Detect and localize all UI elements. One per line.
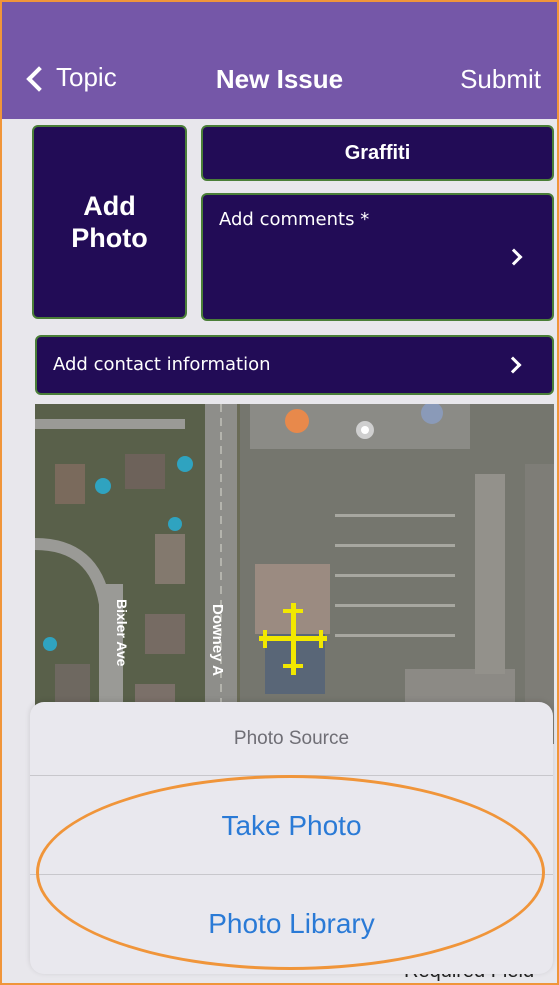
chevron-right-icon <box>504 356 522 374</box>
sheet-divider <box>30 874 553 875</box>
street-label-downey: Downey A <box>209 604 226 676</box>
photo-source-action-sheet: Photo Source Take Photo Photo Library <box>30 702 553 974</box>
photo-library-button[interactable]: Photo Library <box>30 908 553 940</box>
chevron-right-icon <box>505 248 523 266</box>
contact-label: Add contact information <box>53 354 271 375</box>
category-field[interactable]: Graffiti <box>201 125 554 181</box>
contact-info-field[interactable]: Add contact information <box>35 335 554 395</box>
submit-button[interactable]: Submit <box>460 64 541 95</box>
add-photo-button[interactable]: Add Photo <box>32 125 187 319</box>
add-photo-label-line2: Photo <box>71 223 148 253</box>
comments-field[interactable]: Add comments * <box>201 193 554 321</box>
comments-placeholder: Add comments * <box>219 209 370 230</box>
app-frame: Topic New Issue Submit Add Photo Graffit… <box>0 0 559 985</box>
satellite-map: Bixler Ave Downey A <box>35 404 554 744</box>
sheet-title: Photo Source <box>233 728 350 749</box>
navigation-bar: Topic New Issue Submit <box>2 2 557 119</box>
map-view[interactable]: Bixler Ave Downey A <box>35 404 554 744</box>
take-photo-button[interactable]: Take Photo <box>30 810 553 842</box>
street-label-bixler: Bixler Ave <box>114 599 130 667</box>
add-photo-label-line1: Add <box>83 190 136 221</box>
sheet-divider <box>30 775 553 776</box>
